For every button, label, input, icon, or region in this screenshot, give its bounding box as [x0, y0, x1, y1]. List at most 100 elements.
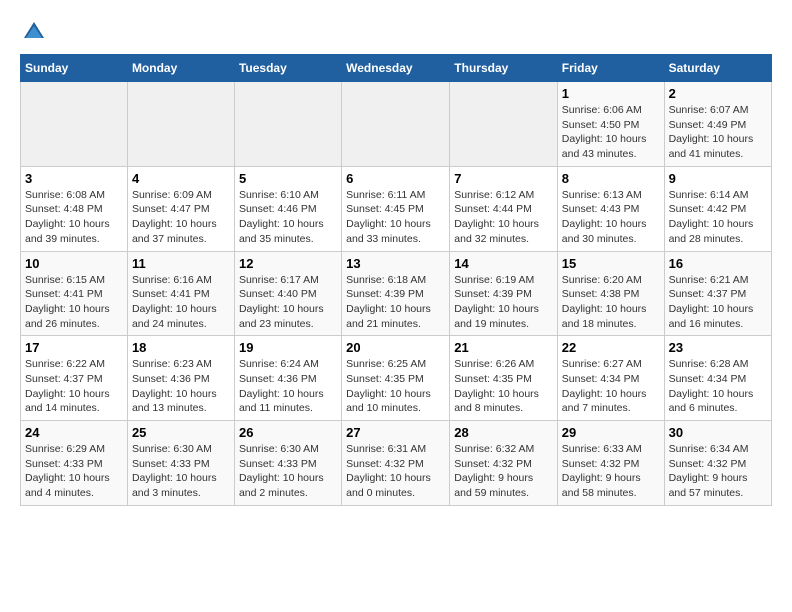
cell-info: Sunrise: 6:22 AM Sunset: 4:37 PM Dayligh…: [25, 357, 123, 416]
logo-icon: [22, 20, 46, 44]
day-number: 13: [346, 256, 445, 271]
day-number: 10: [25, 256, 123, 271]
cell-info: Sunrise: 6:16 AM Sunset: 4:41 PM Dayligh…: [132, 273, 230, 332]
calendar-cell: [450, 82, 558, 167]
calendar-cell: 1Sunrise: 6:06 AM Sunset: 4:50 PM Daylig…: [557, 82, 664, 167]
day-number: 14: [454, 256, 553, 271]
cell-info: Sunrise: 6:10 AM Sunset: 4:46 PM Dayligh…: [239, 188, 337, 247]
cell-info: Sunrise: 6:28 AM Sunset: 4:34 PM Dayligh…: [669, 357, 767, 416]
calendar-cell: 28 Sunrise: 6:32 AM Sunset: 4:32 PM Dayli…: [450, 421, 558, 506]
cell-info: Sunrise: 6:31 AM Sunset: 4:32 PM Dayligh…: [346, 442, 445, 501]
calendar-cell: 15Sunrise: 6:20 AM Sunset: 4:38 PM Dayli…: [557, 251, 664, 336]
weekday-header-monday: Monday: [127, 55, 234, 82]
cell-info: Sunrise: 6:07 AM Sunset: 4:49 PM Dayligh…: [669, 103, 767, 162]
calendar-cell: 29 Sunrise: 6:33 AM Sunset: 4:32 PM Dayli…: [557, 421, 664, 506]
cell-info: Sunrise: 6:30 AM Sunset: 4:33 PM Dayligh…: [239, 442, 337, 501]
calendar-cell: 5 Sunrise: 6:10 AM Sunset: 4:46 PM Daylig…: [234, 166, 341, 251]
calendar: SundayMondayTuesdayWednesdayThursdayFrid…: [20, 54, 772, 506]
day-number: 19: [239, 340, 337, 355]
cell-info: Sunrise: 6:11 AM Sunset: 4:45 PM Dayligh…: [346, 188, 445, 247]
calendar-cell: 25 Sunrise: 6:30 AM Sunset: 4:33 PM Dayli…: [127, 421, 234, 506]
day-number: 25: [132, 425, 230, 440]
calendar-cell: 20 Sunrise: 6:25 AM Sunset: 4:35 PM Dayli…: [342, 336, 450, 421]
day-number: 8: [562, 171, 660, 186]
cell-info: Sunrise: 6:27 AM Sunset: 4:34 PM Dayligh…: [562, 357, 660, 416]
day-number: 29: [562, 425, 660, 440]
calendar-cell: [342, 82, 450, 167]
calendar-cell: 27 Sunrise: 6:31 AM Sunset: 4:32 PM Dayli…: [342, 421, 450, 506]
calendar-cell: 24 Sunrise: 6:29 AM Sunset: 4:33 PM Dayli…: [21, 421, 128, 506]
calendar-cell: 7Sunrise: 6:12 AM Sunset: 4:44 PM Daylig…: [450, 166, 558, 251]
calendar-cell: 6 Sunrise: 6:11 AM Sunset: 4:45 PM Daylig…: [342, 166, 450, 251]
day-number: 5: [239, 171, 337, 186]
cell-info: Sunrise: 6:34 AM Sunset: 4:32 PM Dayligh…: [669, 442, 767, 501]
cell-info: Sunrise: 6:13 AM Sunset: 4:43 PM Dayligh…: [562, 188, 660, 247]
weekday-header-tuesday: Tuesday: [234, 55, 341, 82]
day-number: 23: [669, 340, 767, 355]
cell-info: Sunrise: 6:21 AM Sunset: 4:37 PM Dayligh…: [669, 273, 767, 332]
cell-info: Sunrise: 6:14 AM Sunset: 4:42 PM Dayligh…: [669, 188, 767, 247]
day-number: 12: [239, 256, 337, 271]
calendar-cell: 19Sunrise: 6:24 AM Sunset: 4:36 PM Dayli…: [234, 336, 341, 421]
week-row-2: 10 Sunrise: 6:15 AM Sunset: 4:41 PM Dayli…: [21, 251, 772, 336]
calendar-cell: [21, 82, 128, 167]
day-number: 3: [25, 171, 123, 186]
day-number: 22: [562, 340, 660, 355]
day-number: 20: [346, 340, 445, 355]
calendar-cell: 22 Sunrise: 6:27 AM Sunset: 4:34 PM Dayli…: [557, 336, 664, 421]
calendar-cell: 8 Sunrise: 6:13 AM Sunset: 4:43 PM Daylig…: [557, 166, 664, 251]
day-number: 6: [346, 171, 445, 186]
weekday-header-sunday: Sunday: [21, 55, 128, 82]
week-row-1: 3 Sunrise: 6:08 AM Sunset: 4:48 PM Daylig…: [21, 166, 772, 251]
day-number: 30: [669, 425, 767, 440]
cell-info: Sunrise: 6:12 AM Sunset: 4:44 PM Dayligh…: [454, 188, 553, 247]
day-number: 16: [669, 256, 767, 271]
calendar-cell: 3 Sunrise: 6:08 AM Sunset: 4:48 PM Daylig…: [21, 166, 128, 251]
weekday-header-thursday: Thursday: [450, 55, 558, 82]
day-number: 18: [132, 340, 230, 355]
day-number: 1: [562, 86, 660, 101]
cell-info: Sunrise: 6:30 AM Sunset: 4:33 PM Dayligh…: [132, 442, 230, 501]
day-number: 9: [669, 171, 767, 186]
calendar-cell: 14 Sunrise: 6:19 AM Sunset: 4:39 PM Dayli…: [450, 251, 558, 336]
calendar-cell: 9 Sunrise: 6:14 AM Sunset: 4:42 PM Daylig…: [664, 166, 771, 251]
cell-info: Sunrise: 6:29 AM Sunset: 4:33 PM Dayligh…: [25, 442, 123, 501]
calendar-cell: 10 Sunrise: 6:15 AM Sunset: 4:41 PM Dayli…: [21, 251, 128, 336]
calendar-cell: 21Sunrise: 6:26 AM Sunset: 4:35 PM Dayli…: [450, 336, 558, 421]
week-row-0: 1Sunrise: 6:06 AM Sunset: 4:50 PM Daylig…: [21, 82, 772, 167]
day-number: 11: [132, 256, 230, 271]
calendar-cell: 4 Sunrise: 6:09 AM Sunset: 4:47 PM Daylig…: [127, 166, 234, 251]
calendar-cell: 30 Sunrise: 6:34 AM Sunset: 4:32 PM Dayli…: [664, 421, 771, 506]
cell-info: Sunrise: 6:32 AM Sunset: 4:32 PM Dayligh…: [454, 442, 553, 501]
calendar-cell: 16 Sunrise: 6:21 AM Sunset: 4:37 PM Dayli…: [664, 251, 771, 336]
cell-info: Sunrise: 6:19 AM Sunset: 4:39 PM Dayligh…: [454, 273, 553, 332]
day-number: 26: [239, 425, 337, 440]
calendar-cell: 18 Sunrise: 6:23 AM Sunset: 4:36 PM Dayli…: [127, 336, 234, 421]
calendar-cell: 23 Sunrise: 6:28 AM Sunset: 4:34 PM Dayli…: [664, 336, 771, 421]
cell-info: Sunrise: 6:23 AM Sunset: 4:36 PM Dayligh…: [132, 357, 230, 416]
cell-info: Sunrise: 6:18 AM Sunset: 4:39 PM Dayligh…: [346, 273, 445, 332]
day-number: 21: [454, 340, 553, 355]
cell-info: Sunrise: 6:15 AM Sunset: 4:41 PM Dayligh…: [25, 273, 123, 332]
calendar-cell: 17Sunrise: 6:22 AM Sunset: 4:37 PM Dayli…: [21, 336, 128, 421]
logo: [20, 20, 46, 44]
day-number: 24: [25, 425, 123, 440]
day-number: 27: [346, 425, 445, 440]
cell-info: Sunrise: 6:09 AM Sunset: 4:47 PM Dayligh…: [132, 188, 230, 247]
day-number: 2: [669, 86, 767, 101]
weekday-header-friday: Friday: [557, 55, 664, 82]
cell-info: Sunrise: 6:08 AM Sunset: 4:48 PM Dayligh…: [25, 188, 123, 247]
week-row-4: 24 Sunrise: 6:29 AM Sunset: 4:33 PM Dayli…: [21, 421, 772, 506]
calendar-cell: 11 Sunrise: 6:16 AM Sunset: 4:41 PM Dayli…: [127, 251, 234, 336]
cell-info: Sunrise: 6:25 AM Sunset: 4:35 PM Dayligh…: [346, 357, 445, 416]
cell-info: Sunrise: 6:33 AM Sunset: 4:32 PM Dayligh…: [562, 442, 660, 501]
week-row-3: 17Sunrise: 6:22 AM Sunset: 4:37 PM Dayli…: [21, 336, 772, 421]
weekday-header-saturday: Saturday: [664, 55, 771, 82]
calendar-cell: 13 Sunrise: 6:18 AM Sunset: 4:39 PM Dayli…: [342, 251, 450, 336]
day-number: 4: [132, 171, 230, 186]
day-number: 28: [454, 425, 553, 440]
calendar-cell: [234, 82, 341, 167]
cell-info: Sunrise: 6:17 AM Sunset: 4:40 PM Dayligh…: [239, 273, 337, 332]
calendar-cell: 12 Sunrise: 6:17 AM Sunset: 4:40 PM Dayli…: [234, 251, 341, 336]
cell-info: Sunrise: 6:20 AM Sunset: 4:38 PM Dayligh…: [562, 273, 660, 332]
